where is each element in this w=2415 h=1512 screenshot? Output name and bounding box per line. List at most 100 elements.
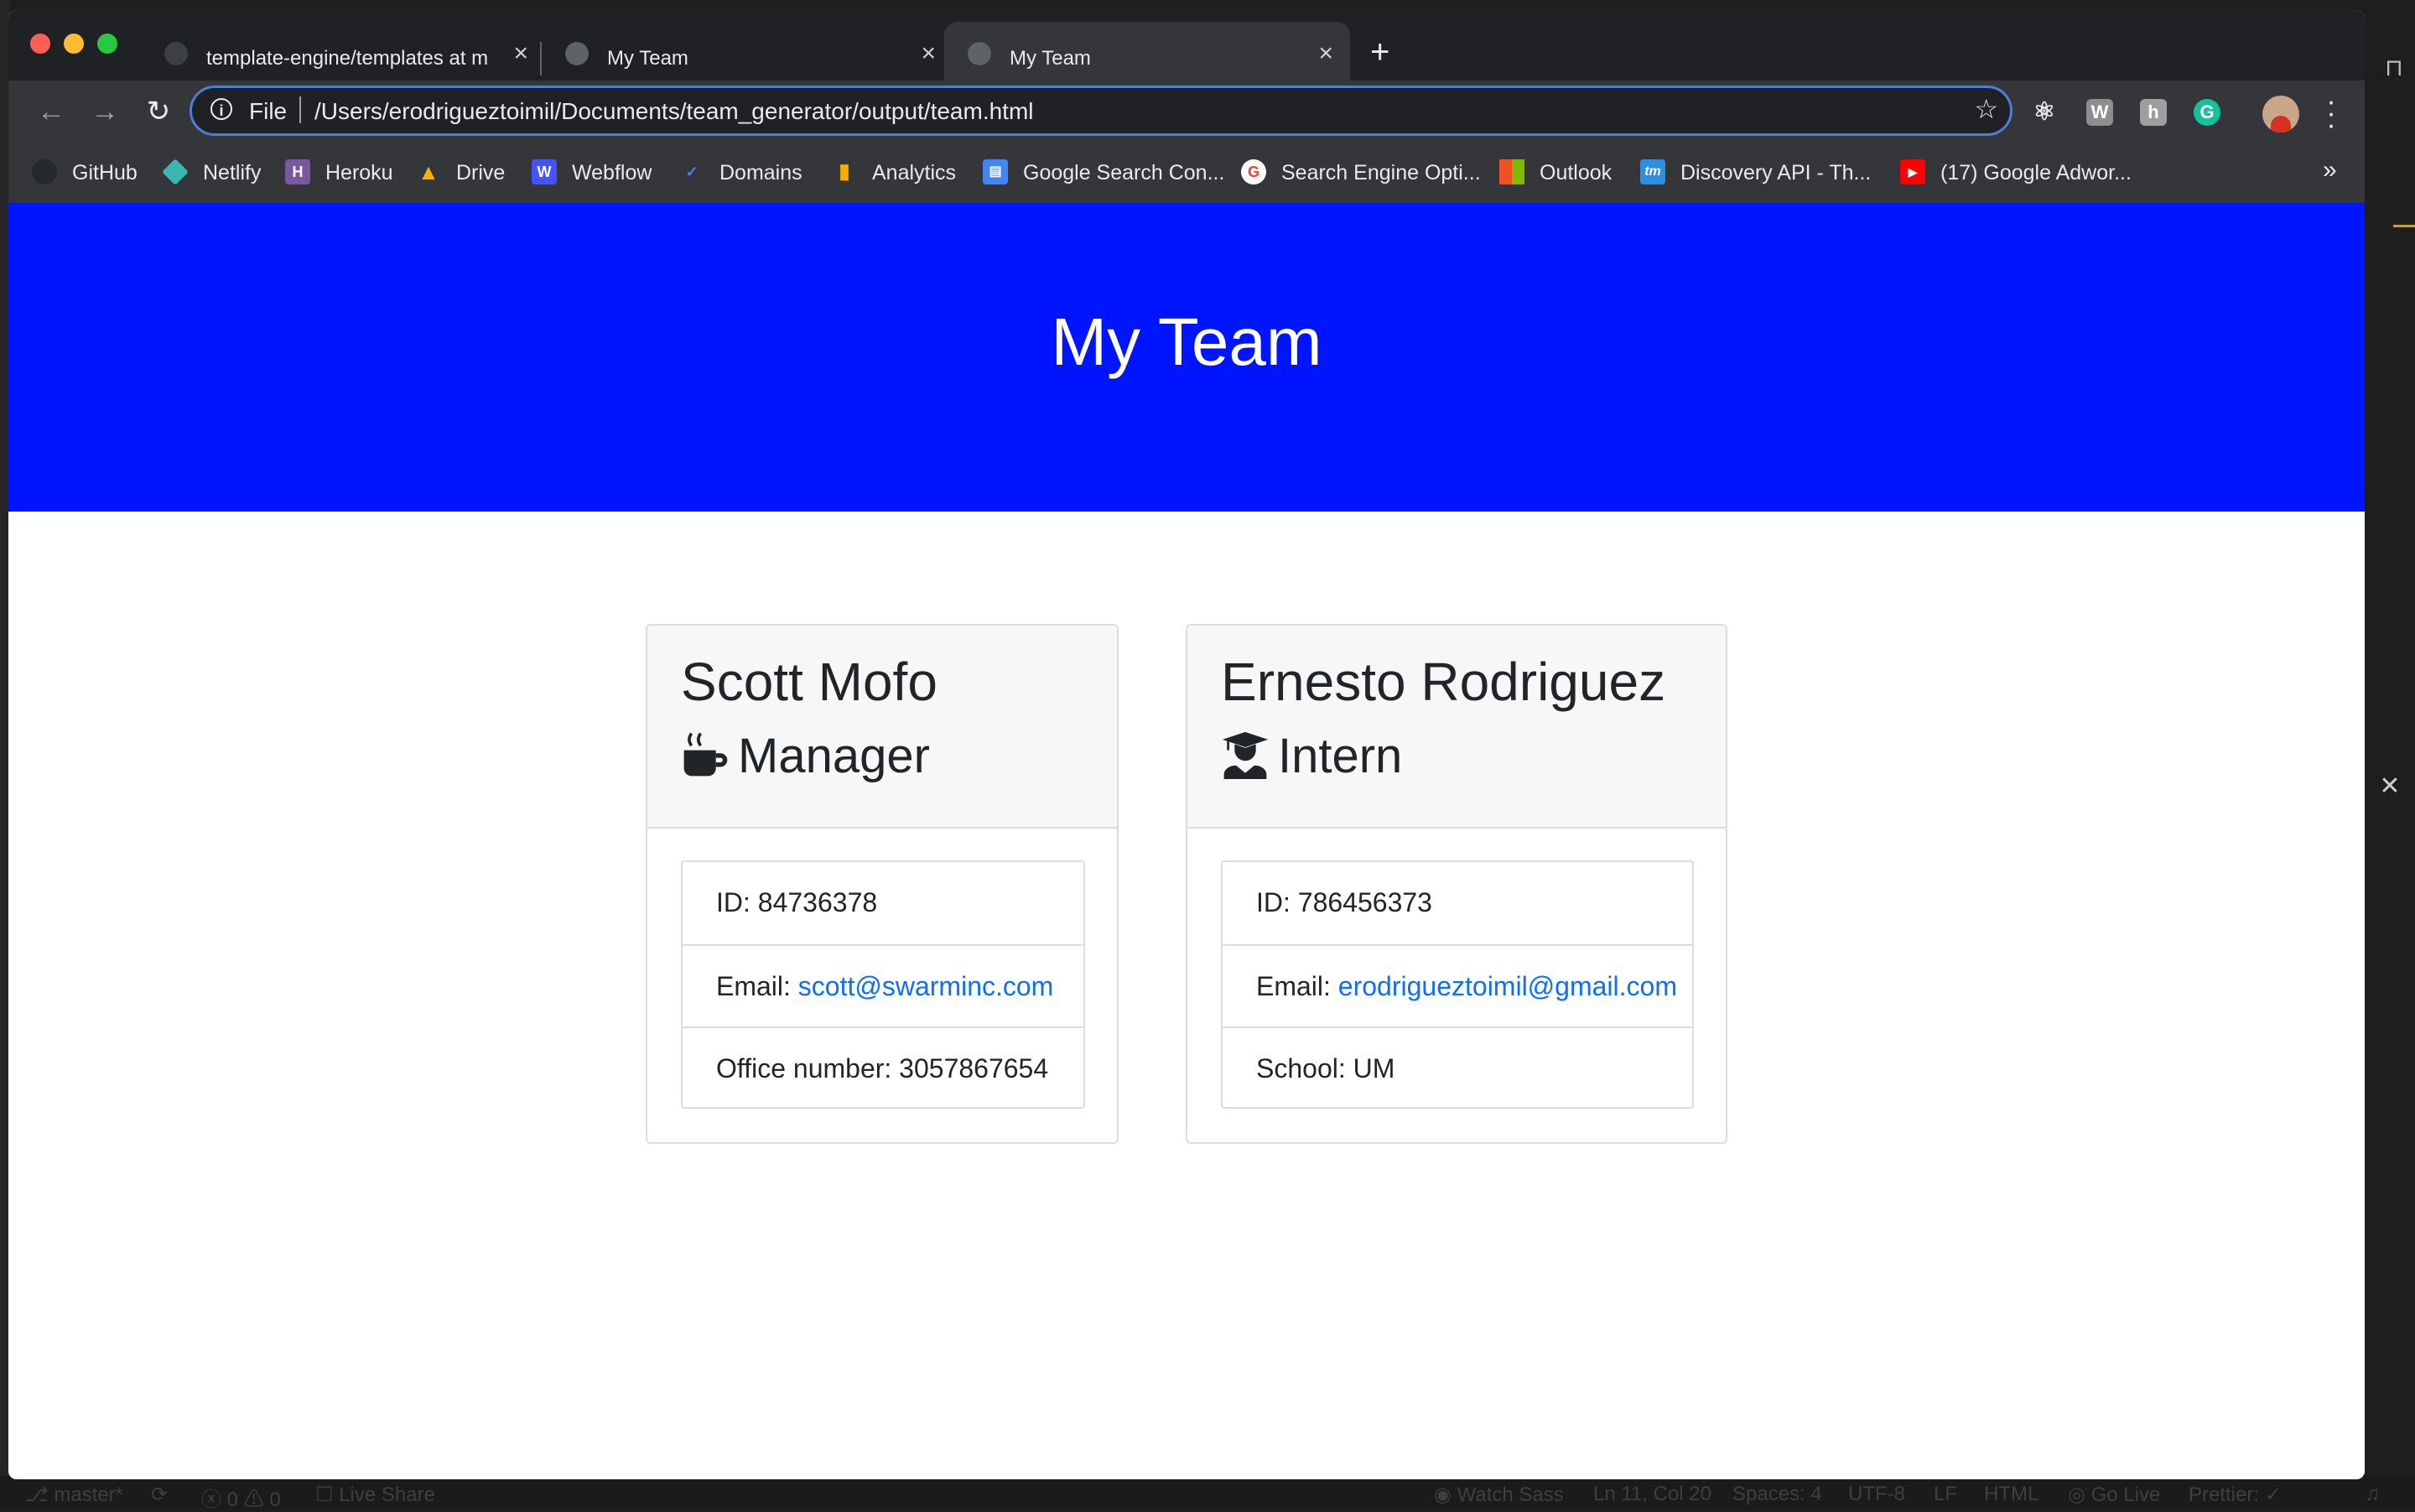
new-tab-button[interactable]: + xyxy=(1370,35,1389,69)
bookmark-label: Domains xyxy=(719,161,802,184)
employee-email-row: Email: erodrigueztoimil@gmail.com xyxy=(1223,944,1692,1025)
tab-close-icon[interactable]: × xyxy=(513,41,528,66)
tab-my-team[interactable]: My Team × xyxy=(565,22,936,81)
employee-name: Scott Mofo xyxy=(681,652,937,712)
tab-strip: template-engine/templates at m × My Team… xyxy=(8,10,2365,81)
editor-close-icon[interactable]: ✕ xyxy=(2365,772,2415,801)
notifications-bell-icon[interactable]: ♫ xyxy=(2365,1483,2380,1506)
problems-status[interactable]: ⓧ 0 ⚠ 0 xyxy=(201,1483,281,1512)
card-header: Ernesto Rodriguez Intern xyxy=(1187,626,1726,829)
globe-icon xyxy=(968,42,991,65)
ticketmaster-icon: tm xyxy=(1640,159,1665,184)
team-header: My Team xyxy=(8,203,2365,512)
bookmark-label: Netlify xyxy=(203,161,262,184)
coffee-mug-icon xyxy=(683,732,728,777)
role-label: Manager xyxy=(738,729,930,783)
globe-icon xyxy=(565,42,589,65)
google-icon: G xyxy=(1241,159,1266,184)
address-scheme: File xyxy=(249,98,288,124)
bookmark-label: Heroku xyxy=(325,161,393,184)
email-link[interactable]: scott@swarminc.com xyxy=(798,971,1054,1001)
window-minimize-button[interactable] xyxy=(64,34,84,54)
tab-title: My Team xyxy=(607,47,688,70)
bookmark-label: Google Search Con... xyxy=(1023,161,1225,184)
profile-avatar[interactable] xyxy=(2262,96,2299,132)
bookmarks-overflow-icon[interactable]: » xyxy=(2323,156,2337,184)
github-icon xyxy=(164,42,188,65)
bookmark-label: Drive xyxy=(456,161,506,184)
employee-role: Intern xyxy=(1221,728,1402,784)
extension-w-icon[interactable]: W xyxy=(2086,99,2113,126)
bookmark-label: Webflow xyxy=(572,161,652,184)
sync-icon[interactable]: ⟳ xyxy=(151,1483,168,1507)
employee-details-list: ID: 84736378 Email: scott@swarminc.com O… xyxy=(681,860,1085,1109)
git-branch-status[interactable]: ⎇ master* xyxy=(25,1483,123,1507)
tab-title: My Team xyxy=(1010,47,1091,70)
indentation-status[interactable]: Spaces: 4 xyxy=(1732,1483,1822,1506)
tab-title: template-engine/templates at m xyxy=(206,47,489,70)
cursor-position-status[interactable]: Ln 11, Col 20 xyxy=(1593,1483,1711,1506)
bookmark-label: (17) Google Adwor... xyxy=(1940,161,2132,184)
employee-office-number: Office number: 3057867654 xyxy=(683,1026,1083,1107)
live-share-status[interactable]: ☐ Live Share xyxy=(315,1483,435,1507)
tab-close-icon[interactable]: × xyxy=(921,41,936,66)
window-zoom-button[interactable] xyxy=(97,34,117,54)
browser-menu-icon[interactable]: · · · xyxy=(2323,87,2340,139)
email-label: Email: xyxy=(1256,971,1338,1001)
tab-separator xyxy=(540,42,542,75)
analytics-icon: ▮ xyxy=(839,160,850,183)
drive-icon: ▲ xyxy=(418,159,439,184)
card-header: Scott Mofo Manager xyxy=(647,626,1117,829)
role-label: Intern xyxy=(1278,729,1403,783)
microsoft-icon xyxy=(1499,159,1524,184)
editor-minimap-icon: ⊓ xyxy=(2385,55,2403,81)
tab-my-team-active[interactable]: My Team × xyxy=(944,22,1350,81)
grammarly-icon[interactable]: G xyxy=(2194,99,2220,126)
site-info-icon[interactable]: i xyxy=(210,98,232,120)
email-label: Email: xyxy=(716,971,798,1001)
tab-github[interactable]: template-engine/templates at m × xyxy=(164,22,528,81)
editor-right-edge: ⊓ ✕ xyxy=(2365,0,2415,1476)
webflow-icon: W xyxy=(532,159,557,184)
netlify-icon xyxy=(162,158,189,185)
employee-card-intern: Ernesto Rodriguez Intern ID: 786456373 E… xyxy=(1186,624,1727,1144)
address-url[interactable]: /Users/erodrigueztoimil/Documents/team_g… xyxy=(314,98,1034,125)
graduate-icon xyxy=(1222,731,1269,779)
forward-arrow-icon[interactable]: → xyxy=(87,94,122,129)
bookmark-label: Search Engine Opti... xyxy=(1281,161,1481,184)
email-link[interactable]: erodrigueztoimil@gmail.com xyxy=(1338,971,1677,1001)
language-status[interactable]: HTML xyxy=(1984,1483,2038,1506)
heroku-icon: H xyxy=(285,159,310,184)
bookmark-label: GitHub xyxy=(72,161,138,184)
eol-status[interactable]: LF xyxy=(1934,1483,1957,1506)
youtube-icon: ▶ xyxy=(1900,159,1925,184)
web-page: My Team Scott Mofo Manager ID: 84736378 … xyxy=(8,203,2365,1479)
go-live-status[interactable]: ◎ Go Live xyxy=(2068,1483,2160,1507)
watch-sass-status[interactable]: ◉ Watch Sass xyxy=(1434,1483,1564,1507)
window-close-button[interactable] xyxy=(30,34,50,54)
bookmark-label: Discovery API - Th... xyxy=(1680,161,1872,184)
employee-role: Manager xyxy=(681,728,930,784)
bookmark-star-icon[interactable]: ☆ xyxy=(1974,93,1998,125)
editor-scroll-marker xyxy=(2393,225,2415,227)
search-console-icon: ▤ xyxy=(983,159,1008,184)
react-devtools-icon[interactable]: ⚛ xyxy=(2031,99,2058,126)
browser-window: template-engine/templates at m × My Team… xyxy=(8,10,2365,1479)
bookmark-label: Outlook xyxy=(1540,161,1613,184)
address-divider xyxy=(299,96,301,123)
employee-name: Ernesto Rodriguez xyxy=(1221,652,1666,712)
employee-school: School: UM xyxy=(1223,1026,1692,1107)
employee-details-list: ID: 786456373 Email: erodrigueztoimil@gm… xyxy=(1221,860,1694,1109)
address-bar[interactable]: i File /Users/erodrigueztoimil/Documents… xyxy=(190,86,2012,136)
reload-icon[interactable]: ↻ xyxy=(141,94,176,129)
page-title: My Team xyxy=(1051,304,1322,379)
domains-icon: ✓ xyxy=(685,164,699,180)
employee-email-row: Email: scott@swarminc.com xyxy=(683,944,1083,1025)
tab-close-icon[interactable]: × xyxy=(1318,41,1333,66)
back-arrow-icon[interactable]: ← xyxy=(34,94,69,129)
employee-card-manager: Scott Mofo Manager ID: 84736378 Email: s… xyxy=(646,624,1119,1144)
encoding-status[interactable]: UTF-8 xyxy=(1848,1483,1905,1506)
extension-h-icon[interactable]: h xyxy=(2140,99,2167,126)
employee-id: ID: 84736378 xyxy=(716,887,878,917)
prettier-status[interactable]: Prettier: ✓ xyxy=(2189,1483,2282,1507)
